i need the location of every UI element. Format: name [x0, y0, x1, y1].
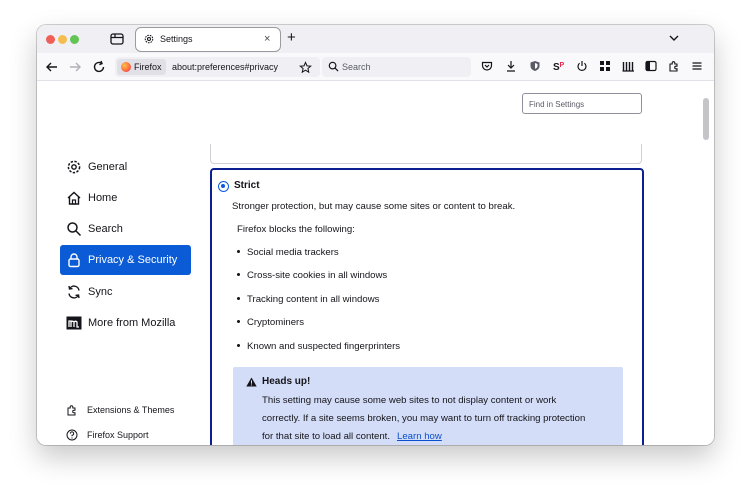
sidebar-item-more-from-mozilla[interactable]: More from Mozilla: [60, 308, 191, 338]
heads-up-text: correctly. If a site seems broken, you m…: [262, 413, 586, 424]
tab-title: Settings: [160, 34, 193, 44]
search-icon: [67, 222, 82, 237]
help-icon: [66, 429, 78, 441]
navigation-bar: Firefox about:preferences#privacy SP: [37, 53, 714, 81]
warning-icon: [246, 377, 257, 387]
close-window-button[interactable]: [46, 35, 55, 44]
hamburger-menu-icon[interactable]: [690, 59, 704, 73]
list-item: Cryptominers: [237, 317, 304, 328]
scrollbar-thumb[interactable]: [703, 98, 709, 140]
tab-settings[interactable]: Settings ×: [136, 28, 280, 51]
blocks-heading: Firefox blocks the following:: [237, 224, 355, 235]
power-icon[interactable]: [575, 59, 589, 73]
zoom-window-button[interactable]: [70, 35, 79, 44]
gear-icon: [144, 34, 154, 44]
back-arrow-icon[interactable]: [45, 60, 59, 74]
search-bar[interactable]: [322, 57, 471, 77]
extensions-themes-label: Extensions & Themes: [87, 405, 175, 415]
gear-icon: [67, 160, 81, 174]
browser-window: Settings × + Firefox about:preferences#p…: [37, 25, 714, 445]
library-icon[interactable]: [621, 59, 635, 73]
strict-title: Strict: [234, 180, 260, 191]
list-item: Known and suspected fingerprinters: [237, 341, 400, 352]
tab-strip: Settings × +: [37, 25, 714, 53]
url-bar[interactable]: Firefox about:preferences#privacy: [115, 57, 320, 77]
home-icon: [67, 191, 81, 205]
sidebar-item-sync[interactable]: Sync: [60, 277, 191, 307]
downloads-icon[interactable]: [504, 59, 518, 73]
pocket-icon[interactable]: [480, 59, 494, 73]
list-item: Social media trackers: [237, 247, 339, 258]
sidebar-item-label: Search: [88, 223, 123, 235]
sp-extension-icon[interactable]: SP: [552, 59, 566, 73]
chevron-down-icon[interactable]: [667, 31, 681, 45]
sidebar-item-general[interactable]: General: [60, 152, 191, 182]
heads-up-text: This setting may cause some web sites to…: [262, 395, 557, 406]
sidebar-item-label: General: [88, 161, 128, 173]
search-input[interactable]: [342, 59, 467, 75]
grid-extension-icon[interactable]: [598, 59, 612, 73]
shield-icon[interactable]: [528, 59, 542, 73]
find-in-settings-input[interactable]: [523, 95, 641, 114]
minimize-window-button[interactable]: [58, 35, 67, 44]
list-item: Cross-site cookies in all windows: [237, 270, 387, 281]
search-icon: [328, 61, 339, 72]
puzzle-icon: [67, 405, 76, 416]
heads-up-notice: Heads up! This setting may cause some we…: [233, 367, 623, 445]
sidebar-item-home[interactable]: Home: [60, 183, 191, 213]
strict-option-box[interactable]: Strict Stronger protection, but may caus…: [210, 168, 644, 445]
forward-arrow-icon[interactable]: [68, 60, 82, 74]
new-tab-button[interactable]: +: [287, 29, 296, 47]
lock-icon: [68, 253, 80, 268]
bookmark-star-icon[interactable]: [299, 61, 312, 74]
heads-up-title: Heads up!: [262, 376, 311, 387]
sidebar-item-label: Privacy & Security: [88, 254, 178, 266]
list-item: Tracking content in all windows: [237, 294, 379, 305]
strict-description: Stronger protection, but may cause some …: [232, 201, 516, 212]
tab-list-icon[interactable]: [110, 32, 124, 45]
learn-how-link[interactable]: Learn how: [397, 431, 442, 442]
sync-icon: [68, 285, 80, 299]
find-in-settings[interactable]: [522, 93, 642, 114]
identity-box[interactable]: Firefox: [117, 59, 166, 75]
identity-label: Firefox: [134, 62, 162, 72]
strict-radio[interactable]: [218, 181, 229, 192]
reload-icon[interactable]: [92, 60, 106, 74]
sidebar-item-privacy-security[interactable]: Privacy & Security: [60, 245, 191, 275]
sidebar-item-label: Home: [88, 192, 118, 204]
sidebar-item-label: More from Mozilla: [88, 317, 176, 329]
heads-up-text: for that site to load all content. Learn …: [262, 431, 442, 442]
firefox-support-label: Firefox Support: [87, 430, 149, 440]
tab-close-button[interactable]: ×: [264, 32, 270, 46]
settings-page: General Home Search Privacy & Security: [37, 82, 714, 445]
sidebar-toggle-icon[interactable]: [644, 59, 658, 73]
svg-text:P: P: [559, 62, 564, 69]
sidebar-item-search[interactable]: Search: [60, 214, 191, 244]
firefox-logo-icon: [121, 62, 131, 72]
url-text[interactable]: about:preferences#privacy: [172, 62, 278, 72]
standard-option-box[interactable]: [210, 144, 642, 164]
extensions-puzzle-icon[interactable]: [667, 59, 681, 73]
sidebar-item-label: Sync: [88, 286, 113, 298]
mozilla-icon: [66, 316, 82, 330]
